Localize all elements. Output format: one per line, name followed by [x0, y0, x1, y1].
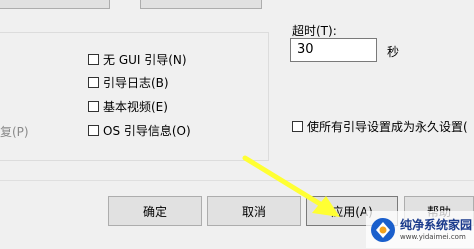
os-boot-info-checkbox[interactable]: OS 引导信息(O): [88, 122, 191, 138]
top-button-1[interactable]: [0, 0, 110, 9]
checkbox-box[interactable]: [88, 124, 99, 136]
top-button-2[interactable]: [140, 0, 262, 9]
checkbox-box[interactable]: [292, 120, 303, 132]
no-gui-boot-checkbox[interactable]: 无 GUI 引导(N): [88, 51, 187, 67]
make-permanent-label: 使所有引导设置成为永久设置(: [307, 119, 468, 134]
no-gui-boot-label: 无 GUI 引导(N): [103, 52, 187, 67]
make-permanent-checkbox[interactable]: 使所有引导设置成为永久设置(: [292, 118, 468, 134]
checkbox-box[interactable]: [88, 53, 99, 65]
os-boot-info-label: OS 引导信息(O): [103, 123, 191, 138]
timeout-unit-label: 秒: [387, 45, 400, 59]
checkbox-box[interactable]: [88, 76, 99, 88]
watermark-url: www.yidaimei.com: [400, 232, 466, 241]
timeout-input[interactable]: 30: [290, 38, 377, 62]
base-video-checkbox[interactable]: 基本视频(E): [88, 98, 168, 114]
ok-button[interactable]: 确定: [108, 196, 202, 226]
watermark: 纯净系统家园 www.yidaimei.com: [366, 211, 474, 248]
boot-log-checkbox[interactable]: 引导日志(B): [88, 74, 169, 90]
boot-log-label: 引导日志(B): [103, 75, 169, 90]
base-video-label: 基本视频(E): [103, 99, 168, 114]
cut-off-option-label: 复(P): [0, 125, 29, 139]
watermark-logo-icon: [371, 217, 395, 242]
cancel-button[interactable]: 取消: [207, 196, 301, 226]
watermark-title: 纯净系统家园: [400, 217, 473, 232]
checkbox-box[interactable]: [88, 100, 99, 112]
timeout-label: 超时(T):: [292, 24, 337, 38]
